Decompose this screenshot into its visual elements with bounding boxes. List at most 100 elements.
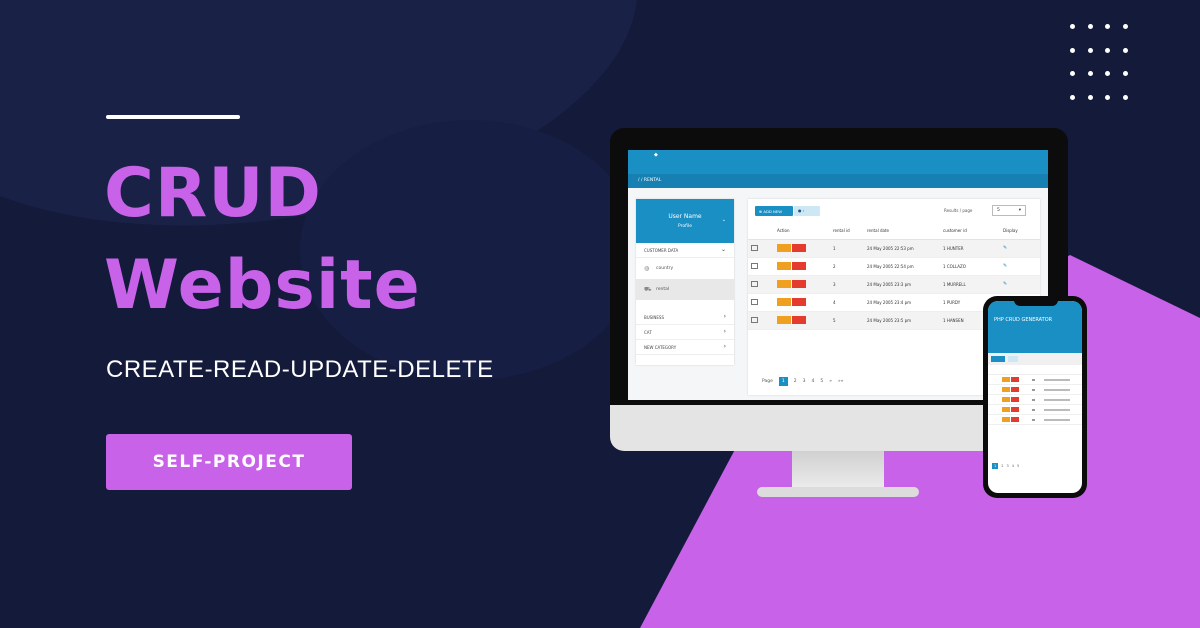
- column-header[interactable]: rental date: [864, 223, 940, 240]
- delete-icon[interactable]: [792, 261, 806, 270]
- page-link-current[interactable]: 1: [992, 463, 999, 469]
- edit-icon[interactable]: [1002, 397, 1010, 402]
- mobile-cell: [1032, 389, 1035, 391]
- delete-icon[interactable]: [792, 297, 806, 306]
- section-label: CUSTOMER DATA: [644, 248, 679, 253]
- decorative-dot-grid: [1070, 24, 1140, 104]
- page-link[interactable]: 3: [1006, 464, 1008, 468]
- sidebar-section-cat[interactable]: CAT ›: [636, 325, 734, 340]
- page-link[interactable]: 4: [812, 379, 815, 384]
- mobile-app-title: PHP CRUD GENERATOR: [994, 317, 1053, 323]
- chevron-right-icon: ›: [723, 313, 726, 320]
- last-page-link[interactable]: »»: [838, 379, 844, 384]
- row-checkbox[interactable]: [751, 316, 758, 323]
- page-link[interactable]: 4: [1012, 464, 1014, 468]
- sidebar-section-business[interactable]: BUSINESS ›: [636, 310, 734, 325]
- user-actions-button[interactable]: ● ›: [794, 206, 820, 216]
- column-header[interactable]: customer id: [940, 223, 1000, 240]
- display-icon[interactable]: ✎: [1003, 263, 1007, 269]
- mobile-cell: [1032, 409, 1035, 411]
- cart-icon: ⛟: [644, 286, 652, 293]
- edit-icon[interactable]: [777, 261, 791, 270]
- self-project-button[interactable]: SELF-PROJECT: [106, 434, 352, 490]
- chevron-down-icon[interactable]: ⌄: [722, 217, 726, 223]
- edit-icon[interactable]: [777, 297, 791, 306]
- sidebar-item-rental[interactable]: ⛟ rental: [636, 279, 734, 300]
- column-header: [748, 223, 774, 240]
- next-page-link[interactable]: »: [829, 379, 832, 384]
- mobile-cell: [1032, 399, 1035, 401]
- delete-icon[interactable]: [1011, 407, 1019, 412]
- edit-icon[interactable]: [777, 315, 791, 324]
- mobile-cell: [1044, 389, 1070, 391]
- edit-icon[interactable]: [777, 243, 791, 252]
- rental-id-cell: 3: [830, 275, 864, 294]
- page-link[interactable]: 2: [1001, 464, 1003, 468]
- page-link[interactable]: 2: [794, 379, 797, 384]
- sidebar: User Name Profile ⌄ CUSTOMER DATA ⌄ ◍ co…: [636, 199, 734, 365]
- chevron-right-icon: ›: [802, 208, 805, 213]
- user-name: User Name: [668, 213, 702, 220]
- display-icon[interactable]: ✎: [1003, 245, 1007, 251]
- rental-date-cell: 24 May 2005 22:53 pm: [864, 239, 940, 258]
- chevron-right-icon: ›: [723, 328, 726, 335]
- phone-notch: [1014, 298, 1058, 306]
- mobile-table-row: [988, 395, 1082, 405]
- pagination: Page 1 2 3 4 5 » »»: [762, 377, 844, 386]
- add-new-button[interactable]: ⊕ ADD NEW: [755, 206, 793, 216]
- row-checkbox[interactable]: [751, 244, 758, 251]
- delete-icon[interactable]: [1011, 377, 1019, 382]
- mobile-table-header: [988, 365, 1082, 375]
- sidebar-section-new-category[interactable]: NEW CATEGORY ›: [636, 340, 734, 355]
- mobile-table-row: [988, 385, 1082, 395]
- column-header: Action: [774, 223, 830, 240]
- customer-id-cell: 1 HUNTER: [940, 239, 1000, 258]
- delete-icon[interactable]: [792, 315, 806, 324]
- edit-icon[interactable]: [1002, 377, 1010, 382]
- rental-date-cell: 24 May 2005 22:54 pm: [864, 257, 940, 276]
- edit-icon[interactable]: [1002, 407, 1010, 412]
- page-link[interactable]: 5: [820, 379, 823, 384]
- delete-icon[interactable]: [792, 279, 806, 288]
- page-label: Page: [762, 379, 773, 384]
- hero-title: CRUD Website: [104, 148, 421, 332]
- page-link[interactable]: 5: [1017, 464, 1019, 468]
- sidebar-item-label: rental: [656, 287, 670, 292]
- mobile-add-button[interactable]: [991, 356, 1005, 362]
- mobile-table-row: [988, 415, 1082, 425]
- mobile-pagination: 1 2 3 4 5: [992, 463, 1019, 469]
- edit-icon[interactable]: [777, 279, 791, 288]
- page-link[interactable]: 3: [803, 379, 806, 384]
- results-per-page-select[interactable]: 5 ▾: [992, 205, 1026, 216]
- mobile-screen: PHP CRUD GENERATOR 1 2 3 4 5: [988, 301, 1082, 493]
- table-row: 2 24 May 2005 22:54 pm 1 COLLAZO ✎: [748, 257, 1040, 276]
- chevron-down-icon: ⌄: [720, 246, 726, 253]
- row-checkbox[interactable]: [751, 280, 758, 287]
- delete-icon[interactable]: [792, 243, 806, 252]
- sidebar-section-customer-data[interactable]: CUSTOMER DATA ⌄: [636, 243, 734, 258]
- edit-icon[interactable]: [1002, 417, 1010, 422]
- mobile-user-button[interactable]: [1008, 356, 1018, 362]
- mobile-cell: [1044, 379, 1070, 381]
- user-card[interactable]: User Name Profile ⌄: [636, 199, 734, 243]
- row-checkbox[interactable]: [751, 262, 758, 269]
- edit-icon[interactable]: [1002, 387, 1010, 392]
- delete-icon[interactable]: [1011, 397, 1019, 402]
- column-header: Display: [1000, 223, 1040, 240]
- sidebar-item-country[interactable]: ◍ country: [636, 258, 734, 279]
- delete-icon[interactable]: [1011, 387, 1019, 392]
- rental-id-cell: 5: [830, 311, 864, 330]
- column-header[interactable]: rental id: [830, 223, 864, 240]
- section-label: NEW CATEGORY: [644, 345, 677, 350]
- display-icon[interactable]: ✎: [1003, 281, 1007, 287]
- mobile-table-row: [988, 375, 1082, 385]
- mobile-cell: [1032, 379, 1035, 381]
- delete-icon[interactable]: [1011, 417, 1019, 422]
- rental-date-cell: 24 May 2005 23:5 pm: [864, 311, 940, 330]
- row-checkbox[interactable]: [751, 298, 758, 305]
- profile-link[interactable]: Profile: [636, 224, 734, 229]
- title-accent-line: [106, 115, 240, 119]
- page-link-current[interactable]: 1: [778, 377, 788, 386]
- hero-subtitle: CREATE-READ-UPDATE-DELETE: [106, 356, 494, 383]
- hero-title-line1: CRUD: [104, 154, 322, 233]
